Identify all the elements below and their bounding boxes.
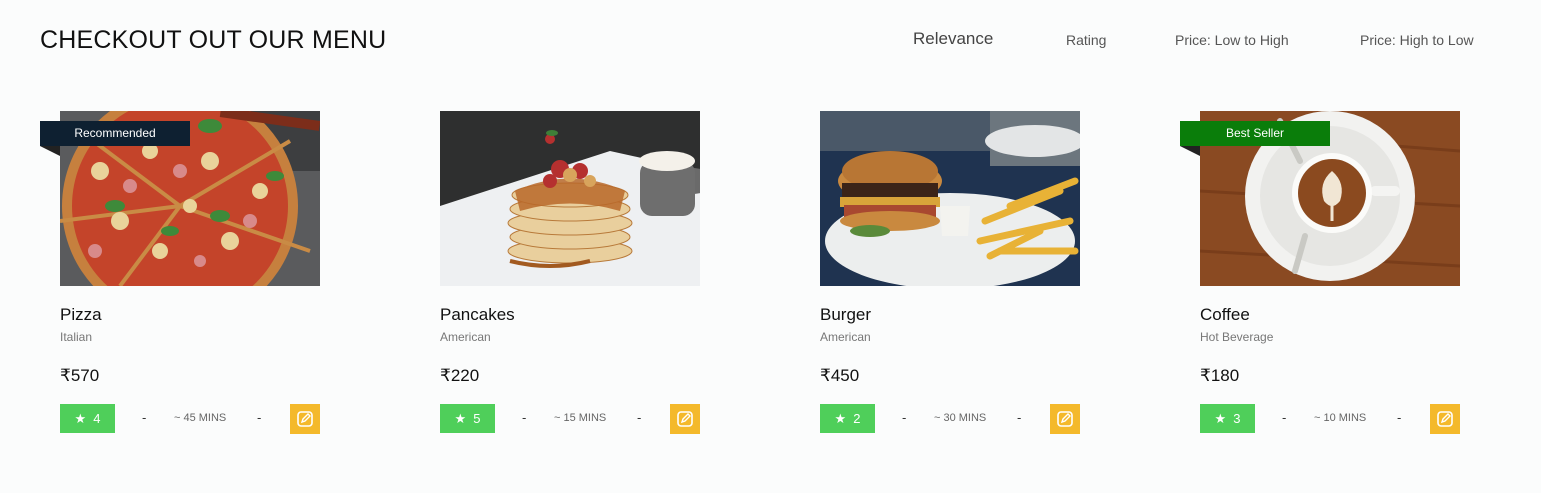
best-seller-ribbon: Best Seller [1180, 121, 1330, 146]
edit-icon [297, 411, 313, 427]
menu-card-pancakes[interactable]: Pancakes American ₹220 ★ 5 - ~ 15 MINS - [440, 111, 700, 436]
burger-photo [820, 111, 1080, 286]
menu-card-burger[interactable]: Burger American ₹450 ★ 2 - ~ 30 MINS - [820, 111, 1080, 436]
menu-card-coffee[interactable]: Best Seller Coffee Hot Beverage ₹180 ★ 3… [1180, 111, 1460, 436]
rating-badge: ★ 2 [820, 404, 875, 433]
sort-price-low-to-high[interactable]: Price: Low to High [1175, 30, 1289, 50]
separator: - [257, 410, 262, 425]
item-name: Coffee [1200, 305, 1250, 324]
rating-value: 4 [93, 411, 101, 426]
star-icon: ★ [454, 410, 467, 426]
edit-icon [1057, 411, 1073, 427]
delivery-time: ~ 10 MINS [1314, 412, 1367, 424]
edit-icon [1437, 411, 1453, 427]
sort-price-high-to-low[interactable]: Price: High to Low [1360, 30, 1474, 50]
ribbon-fold [40, 146, 60, 156]
rating-value: 3 [1233, 411, 1241, 426]
item-meta: ★ 4 - ~ 45 MINS - [60, 404, 320, 434]
rating-badge: ★ 4 [60, 404, 115, 433]
rating-value: 2 [853, 411, 861, 426]
recommended-ribbon: Recommended [40, 121, 190, 146]
star-icon: ★ [1214, 410, 1227, 426]
item-meta: ★ 3 - ~ 10 MINS - [1200, 404, 1460, 434]
item-name: Pancakes [440, 305, 515, 324]
sort-rating[interactable]: Rating [1066, 30, 1106, 50]
pancakes-photo [440, 111, 700, 286]
item-cuisine: Italian [60, 330, 93, 344]
rating-badge: ★ 5 [440, 404, 495, 433]
star-icon: ★ [74, 410, 87, 426]
separator: - [522, 410, 527, 425]
sort-relevance[interactable]: Relevance [913, 29, 993, 49]
item-meta: ★ 2 - ~ 30 MINS - [820, 404, 1080, 434]
separator: - [1397, 410, 1402, 425]
separator: - [637, 410, 642, 425]
delivery-time: ~ 30 MINS [934, 412, 987, 424]
item-price: ₹220 [440, 366, 480, 385]
item-name: Burger [820, 305, 872, 324]
delivery-time: ~ 45 MINS [174, 412, 227, 424]
item-cuisine: Hot Beverage [1200, 330, 1274, 344]
edit-button[interactable] [670, 404, 700, 434]
separator: - [902, 410, 907, 425]
separator: - [1017, 410, 1022, 425]
rating-value: 5 [473, 411, 481, 426]
edit-icon [677, 411, 693, 427]
item-meta: ★ 5 - ~ 15 MINS - [440, 404, 700, 434]
separator: - [142, 410, 147, 425]
edit-button[interactable] [1050, 404, 1080, 434]
item-name: Pizza [60, 305, 102, 324]
edit-button[interactable] [1430, 404, 1460, 434]
star-icon: ★ [834, 410, 847, 426]
menu-card-pizza[interactable]: Recommended Pizza Italian ₹570 ★ 4 - ~ 4… [40, 111, 320, 436]
delivery-time: ~ 15 MINS [554, 412, 607, 424]
item-cuisine: American [440, 330, 491, 344]
rating-badge: ★ 3 [1200, 404, 1255, 433]
sort-bar: Relevance Rating Price: Low to High Pric… [0, 29, 1541, 54]
ribbon-fold [1180, 146, 1200, 156]
item-price: ₹450 [820, 366, 860, 385]
separator: - [1282, 410, 1287, 425]
item-cuisine: American [820, 330, 871, 344]
edit-button[interactable] [290, 404, 320, 434]
item-price: ₹570 [60, 366, 100, 385]
item-price: ₹180 [1200, 366, 1240, 385]
